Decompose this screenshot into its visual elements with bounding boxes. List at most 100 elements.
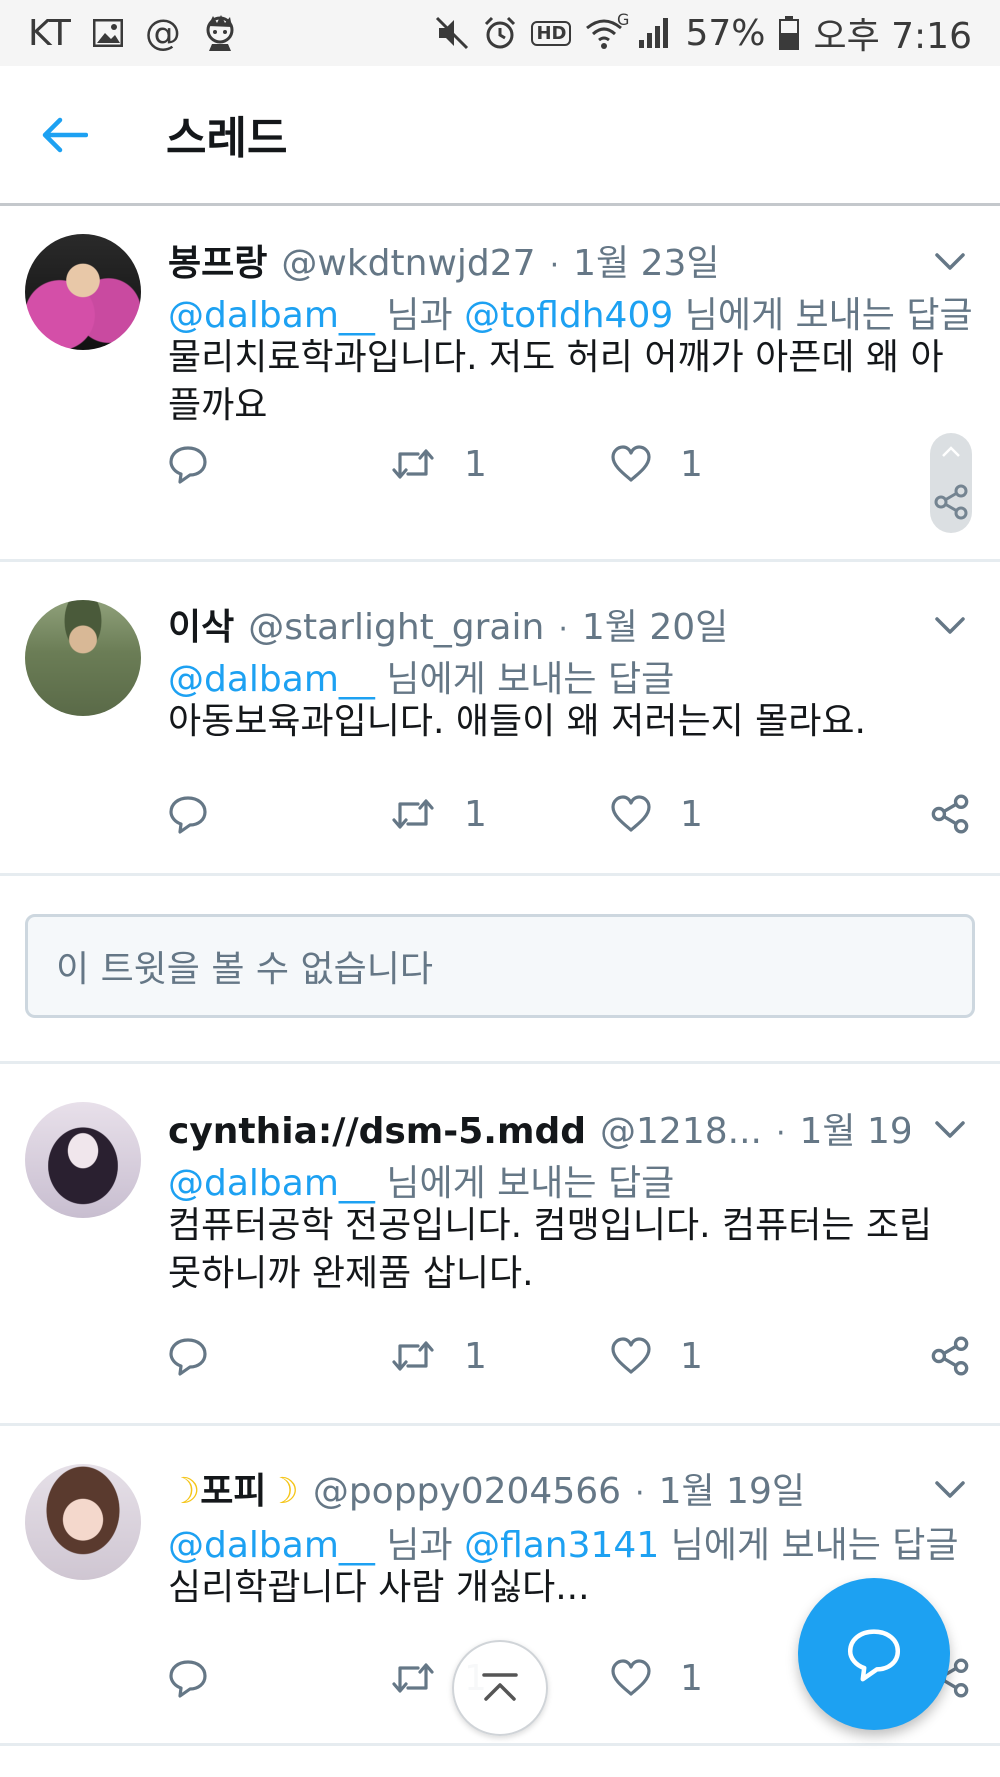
like-count: 1 [680, 1335, 703, 1377]
mention-link[interactable]: @dalbam__ [168, 295, 375, 336]
retweet-button[interactable]: 1 [390, 434, 487, 494]
compose-reply-button[interactable] [798, 1578, 950, 1730]
tweet-menu-button[interactable] [928, 1468, 972, 1512]
tweet-menu-button[interactable] [928, 604, 972, 648]
reply-button[interactable] [168, 784, 208, 844]
tweet-header: ☽포피☽ @poppy0204566 · 1월 19일 [168, 1462, 910, 1512]
tweet-text-line: 아동보육과입니다. 애들이 왜 저러는지 몰라요. [168, 701, 866, 742]
reply-context: @dalbam__ 님과 @tofldh409 님에게 보내는 답글 [168, 286, 980, 338]
tweet-text: 아동보육과입니다. 애들이 왜 저러는지 몰라요. [168, 698, 976, 746]
user-handle[interactable]: @starlight_grain [248, 607, 544, 648]
moon-icon: ☽ [266, 1471, 299, 1512]
reply-context: @dalbam__ 님에게 보내는 답글 [168, 1154, 980, 1206]
heart-icon [611, 1659, 651, 1696]
unavailable-notice: 이 트윗을 볼 수 없습니다 [25, 914, 975, 1018]
tweet-menu-button[interactable] [928, 240, 972, 284]
tweet-date[interactable]: 1월 20일 [582, 598, 728, 648]
chevron-down-icon [935, 617, 965, 634]
thread-header: 스레드 [0, 66, 1000, 206]
tweet-header: 이삭 @starlight_grain · 1월 20일 [168, 598, 910, 648]
tweet[interactable]: 이삭 @starlight_grain · 1월 20일 @dalbam__ 님… [0, 562, 1000, 876]
like-button[interactable]: 1 [610, 1326, 703, 1386]
character-notification-icon [203, 14, 237, 52]
tweet-date[interactable]: 1월 19일 [659, 1462, 805, 1512]
alarm-icon [483, 16, 517, 50]
tweet[interactable]: 봉프랑 @wkdtnwjd27 · 1월 23일 @dalbam__ 님과 @t… [0, 206, 1000, 562]
avatar[interactable] [25, 1464, 141, 1580]
share-button[interactable] [930, 1326, 970, 1386]
unavailable-text: 이 트윗을 볼 수 없습니다 [56, 949, 433, 990]
reply-context: @dalbam__ 님에게 보내는 답글 [168, 650, 980, 702]
like-count: 1 [680, 793, 703, 835]
retweet-count: 1 [464, 443, 487, 485]
reply-suffix: 님에게 보내는 답글 [386, 659, 675, 700]
display-name[interactable]: 이삭 [168, 598, 234, 648]
retweet-icon [392, 449, 434, 479]
heart-icon [611, 1337, 651, 1374]
retweet-count: 1 [464, 793, 487, 835]
reply-button[interactable] [168, 434, 208, 494]
reply-button[interactable] [168, 1326, 208, 1386]
tweet-text-line: 물리치료학과입니다. 저도 허리 어깨가 아픈데 왜 아 [168, 337, 944, 378]
display-name[interactable]: 봉프랑 [168, 234, 267, 284]
unavailable-tweet: 이 트윗을 볼 수 없습니다 [0, 876, 1000, 1064]
reply-connector: 님과 [386, 295, 453, 336]
mention-link[interactable]: @dalbam__ [168, 659, 375, 700]
retweet-button[interactable]: 1 [390, 784, 487, 844]
separator-dot: · [635, 1476, 645, 1511]
chevron-up-icon [942, 446, 960, 457]
back-button[interactable] [40, 110, 90, 160]
separator-dot: · [549, 248, 560, 283]
display-name[interactable]: ☽포피☽ [168, 1462, 299, 1512]
tweet-date[interactable]: 1월 23일 [573, 234, 719, 284]
chevron-down-icon [935, 1481, 965, 1498]
heart-icon [611, 795, 651, 832]
reply-suffix: 님에게 보내는 답글 [684, 295, 973, 336]
tweet-actions: 1 1 [168, 434, 1000, 494]
retweet-count: 1 [464, 1335, 487, 1377]
wifi-icon: G [585, 10, 629, 50]
reply-icon [169, 796, 207, 834]
reply-button[interactable] [168, 1648, 208, 1708]
like-button[interactable]: 1 [610, 434, 703, 494]
mention-link[interactable]: @flan3141 [464, 1525, 659, 1566]
moon-icon: ☽ [168, 1471, 201, 1512]
share-button[interactable] [930, 784, 970, 844]
tweet[interactable]: cynthia://dsm-5.mdd @1218... · 1월 19일 @d… [0, 1064, 1000, 1426]
page-title: 스레드 [166, 113, 288, 164]
like-count: 1 [680, 1657, 703, 1699]
tweet-text-line: 컴퓨터공학 전공입니다. 컴맹입니다. 컴퓨터는 조립 [168, 1205, 933, 1246]
like-button[interactable]: 1 [610, 1648, 703, 1708]
tweet-date[interactable]: 1월 19일 [800, 1102, 910, 1152]
tweet-menu-button[interactable] [928, 1108, 972, 1152]
user-handle[interactable]: @1218... [600, 1111, 762, 1152]
user-handle[interactable]: @wkdtnwjd27 [281, 243, 535, 284]
scroll-share-handle[interactable] [930, 433, 972, 533]
mention-link[interactable]: @dalbam__ [168, 1163, 375, 1204]
avatar[interactable] [25, 1102, 141, 1218]
display-name[interactable]: cynthia://dsm-5.mdd [168, 1111, 586, 1152]
reply-icon [169, 1660, 207, 1698]
avatar[interactable] [25, 234, 141, 350]
like-button[interactable]: 1 [610, 784, 703, 844]
avatar[interactable] [25, 600, 141, 716]
retweet-icon [392, 1341, 434, 1371]
tweet-text: 물리치료학과입니다. 저도 허리 어깨가 아픈데 왜 아 플까요 [168, 334, 976, 430]
retweet-button[interactable]: 1 [390, 1326, 487, 1386]
hd-voice-icon: HD [531, 20, 572, 46]
like-count: 1 [680, 443, 703, 485]
reply-suffix: 님에게 보내는 답글 [386, 1163, 675, 1204]
reply-icon [169, 1338, 207, 1376]
tweet-text-line: 못하니까 완제품 삽니다. [168, 1253, 534, 1294]
carrier-label: KT [28, 12, 71, 54]
retweet-icon [392, 1663, 434, 1693]
retweet-icon [392, 799, 434, 829]
mention-link[interactable]: @tofldh409 [464, 295, 673, 336]
user-handle[interactable]: @poppy0204566 [313, 1471, 621, 1512]
chevron-down-icon [935, 1121, 965, 1138]
share-icon [931, 794, 969, 834]
scroll-to-top-button[interactable] [452, 1640, 548, 1736]
reply-context: @dalbam__ 님과 @flan3141 님에게 보내는 답글 [168, 1516, 980, 1568]
mention-link[interactable]: @dalbam__ [168, 1525, 375, 1566]
at-icon: @ [144, 12, 181, 54]
